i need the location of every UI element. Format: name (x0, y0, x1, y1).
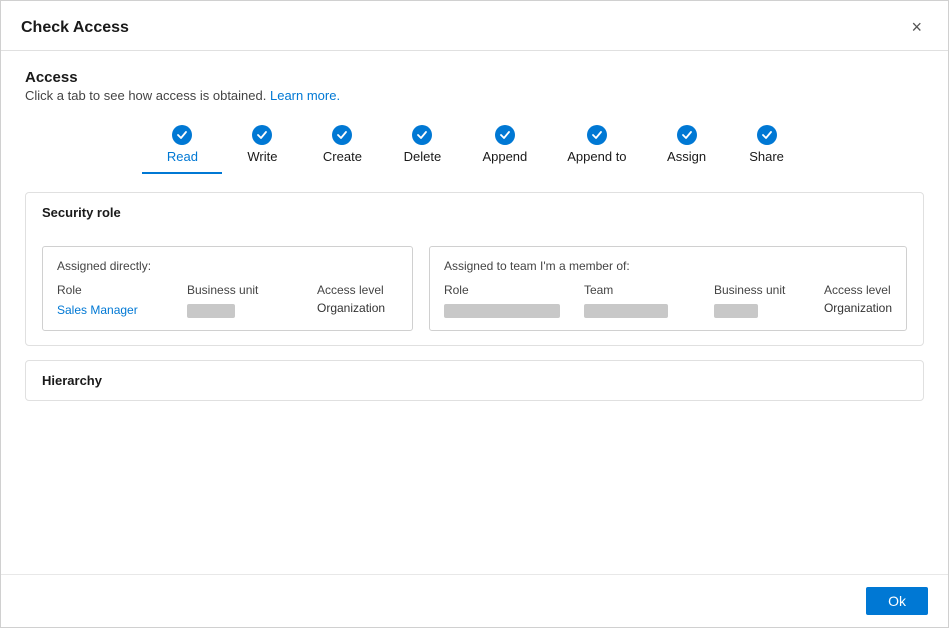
team-team-value: test group team (584, 304, 668, 318)
team-col-access-header: Access level (824, 283, 892, 297)
assigned-directly-box: Assigned directly: Role Business unit Ac… (42, 246, 413, 331)
dialog-title: Check Access (21, 19, 129, 37)
delete-check-icon (412, 125, 432, 145)
access-subtitle: Click a tab to see how access is obtaine… (25, 88, 924, 103)
direct-col-role-header: Role (57, 283, 187, 297)
read-check-icon (172, 125, 192, 145)
append-check-icon (495, 125, 515, 145)
tab-append[interactable]: Append (462, 119, 547, 174)
team-role-cell: Common Data Servi... (444, 301, 584, 318)
team-team-cell: test group team (584, 301, 714, 318)
append-to-check-icon (587, 125, 607, 145)
assigned-directly-title: Assigned directly: (57, 259, 398, 273)
team-col-bu-header: Business unit (714, 283, 824, 297)
tab-share[interactable]: Share (727, 119, 807, 174)
team-table-header: Role Team Business unit Access level (444, 283, 892, 297)
security-role-content: Assigned directly: Role Business unit Ac… (26, 232, 923, 345)
tab-create-label: Create (323, 149, 362, 164)
direct-col-access-header: Access level (317, 283, 398, 297)
check-access-dialog: Check Access × Access Click a tab to see… (0, 0, 949, 628)
direct-table-header: Role Business unit Access level (57, 283, 398, 297)
tab-read-label: Read (167, 149, 198, 164)
tab-write[interactable]: Write (222, 119, 302, 174)
direct-bu-value: can731 (187, 304, 235, 318)
dialog-footer: Ok (1, 574, 948, 627)
tab-share-label: Share (749, 149, 784, 164)
assigned-team-title: Assigned to team I'm a member of: (444, 259, 892, 273)
tab-read[interactable]: Read (142, 119, 222, 174)
share-check-icon (757, 125, 777, 145)
ok-button[interactable]: Ok (866, 587, 928, 615)
assign-check-icon (677, 125, 697, 145)
tab-append-label: Append (482, 149, 527, 164)
direct-role-cell: Sales Manager (57, 301, 187, 318)
tab-create[interactable]: Create (302, 119, 382, 174)
hierarchy-section: Hierarchy (25, 360, 924, 401)
team-col-role-header: Role (444, 283, 584, 297)
learn-more-link[interactable]: Learn more. (270, 88, 340, 103)
tab-assign[interactable]: Assign (647, 119, 727, 174)
security-role-section: Security role Assigned directly: Role Bu… (25, 192, 924, 346)
hierarchy-header: Hierarchy (26, 361, 923, 400)
team-bu-value: can731 (714, 304, 758, 318)
security-role-header: Security role (26, 193, 923, 232)
team-access-cell: Organization (824, 301, 892, 318)
tab-append-to[interactable]: Append to (547, 119, 646, 174)
direct-bu-cell: can731 (187, 301, 317, 318)
write-check-icon (252, 125, 272, 145)
team-role-value: Common Data Servi... (444, 304, 560, 318)
direct-access-cell: Organization (317, 301, 398, 318)
team-table-row: Common Data Servi... test group team can… (444, 301, 892, 318)
team-col-team-header: Team (584, 283, 714, 297)
direct-table-row: Sales Manager can731 Organization (57, 301, 398, 318)
assigned-team-box: Assigned to team I'm a member of: Role T… (429, 246, 907, 331)
team-bu-cell: can731 (714, 301, 824, 318)
direct-role-link[interactable]: Manager (87, 303, 138, 317)
create-check-icon (332, 125, 352, 145)
close-button[interactable]: × (905, 15, 928, 40)
tab-delete-label: Delete (404, 149, 442, 164)
direct-col-bu-header: Business unit (187, 283, 317, 297)
tabs-row: Read Write Create Delete (25, 119, 924, 174)
tab-write-label: Write (247, 149, 277, 164)
dialog-body: Access Click a tab to see how access is … (1, 51, 948, 574)
tab-append-to-label: Append to (567, 149, 626, 164)
access-title: Access (25, 69, 924, 86)
tab-assign-label: Assign (667, 149, 706, 164)
tab-delete[interactable]: Delete (382, 119, 462, 174)
direct-role-prefix-link[interactable]: Sales (57, 303, 87, 317)
dialog-header: Check Access × (1, 1, 948, 51)
